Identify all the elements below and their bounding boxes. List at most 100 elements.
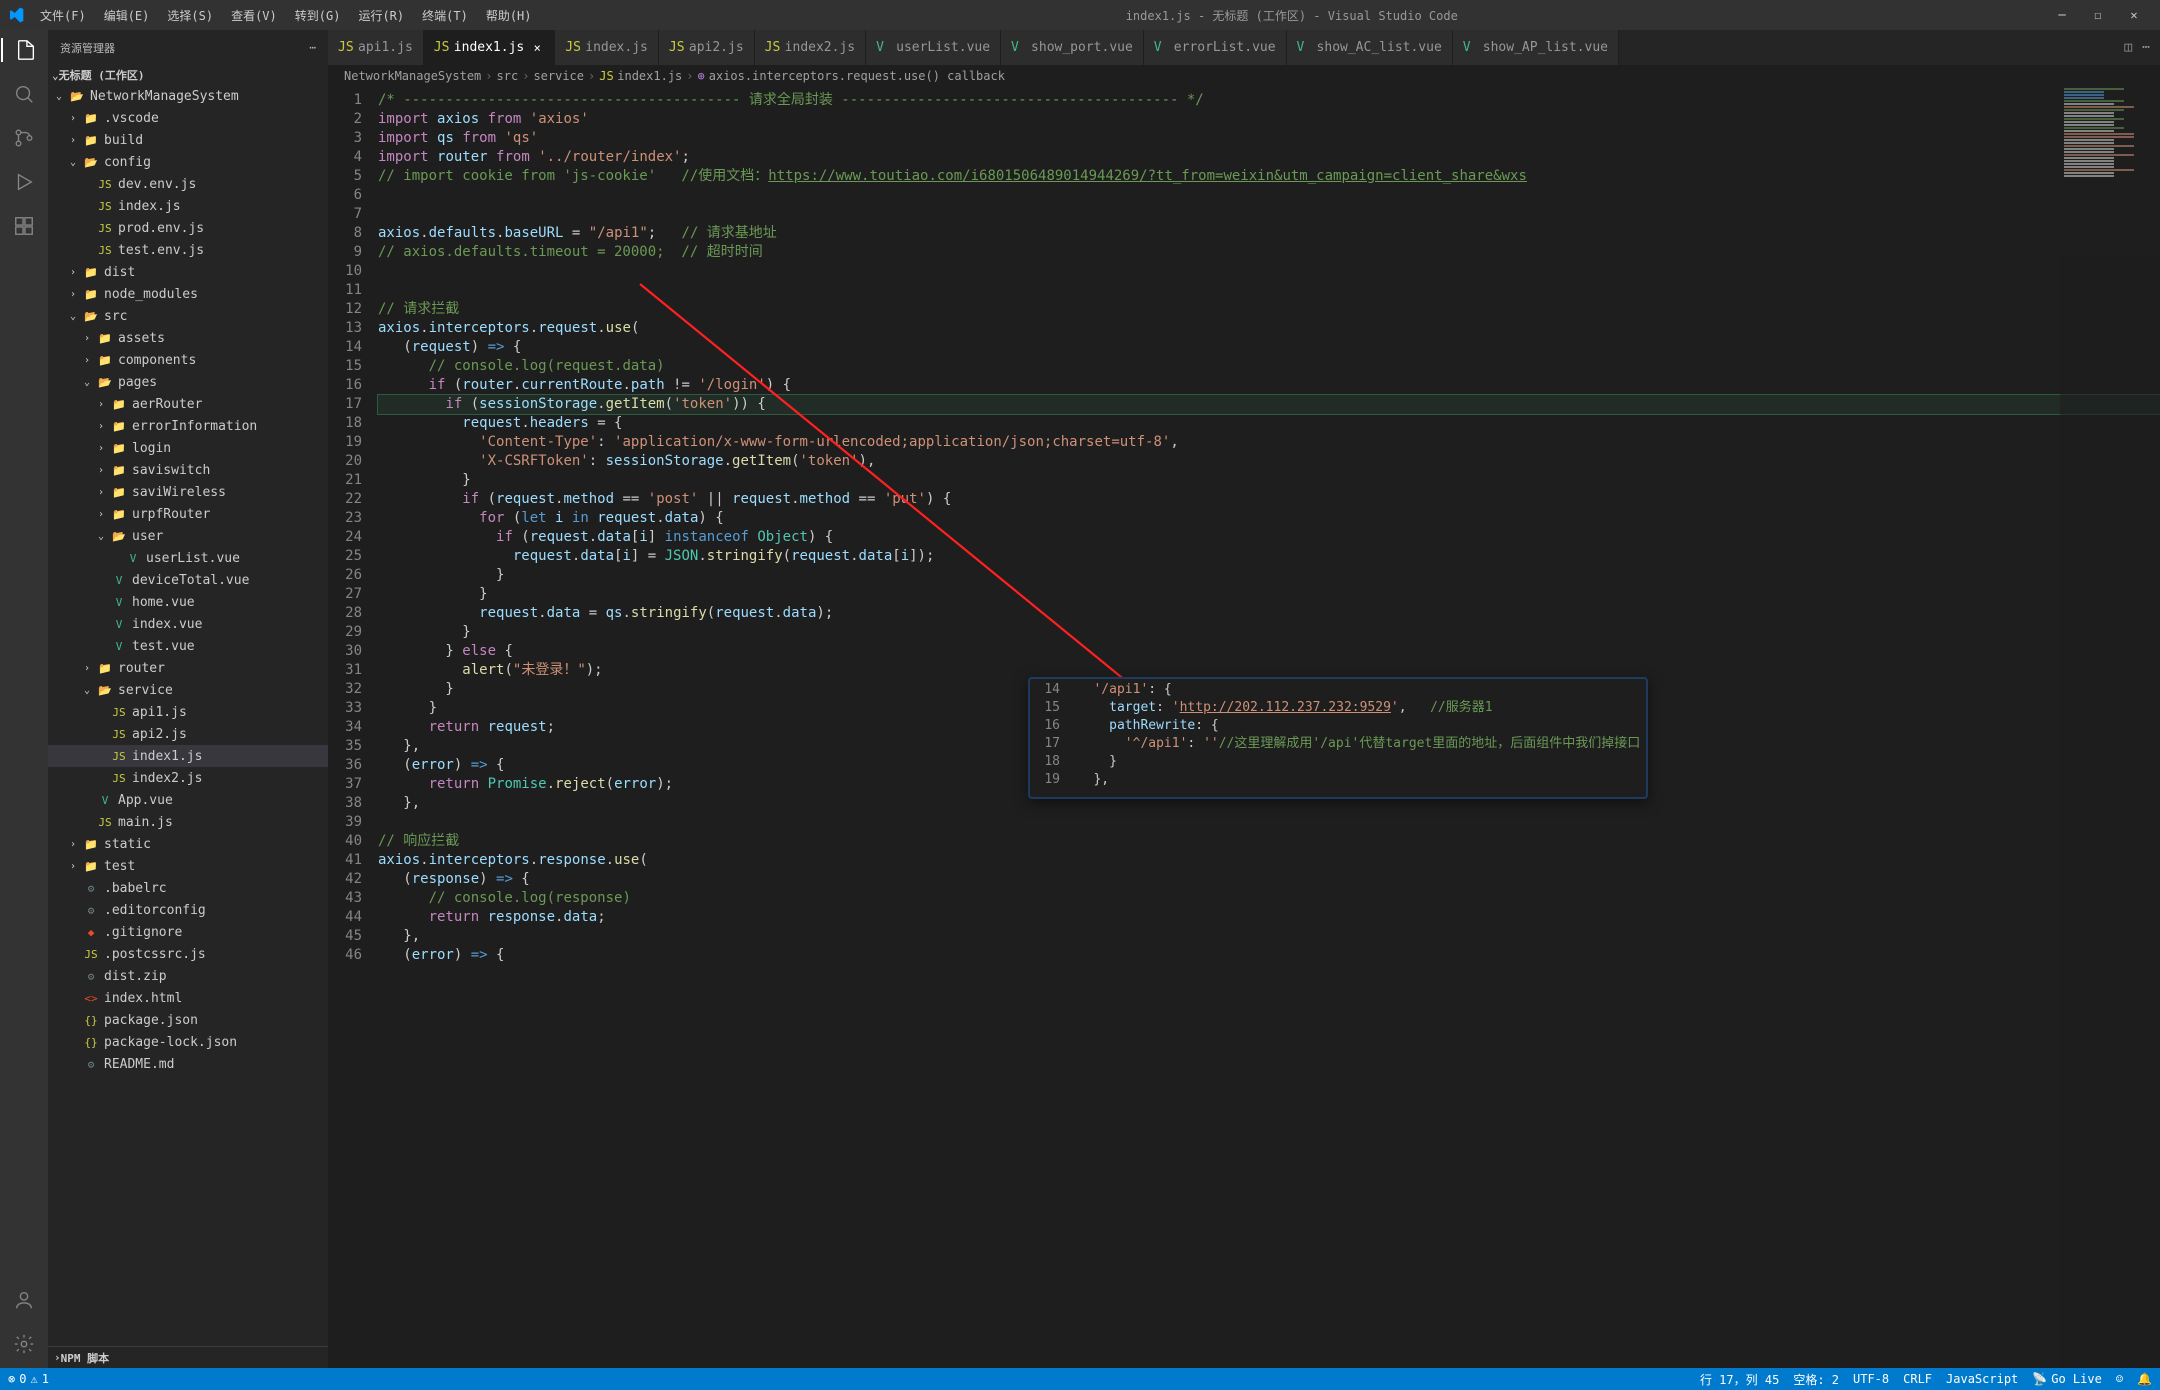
code-line[interactable] <box>378 281 2160 300</box>
code-line[interactable]: /* -------------------------------------… <box>378 91 2160 110</box>
status-golive[interactable]: 📡Go Live <box>2032 1371 2102 1388</box>
status-language[interactable]: JavaScript <box>1946 1371 2018 1388</box>
more-icon[interactable]: ⋯ <box>2142 40 2150 55</box>
code-line[interactable]: // 请求拦截 <box>378 300 2160 319</box>
extensions-icon[interactable] <box>12 214 36 238</box>
tree-item[interactable]: ›📁node_modules <box>48 283 328 305</box>
code-line[interactable] <box>378 813 2160 832</box>
code-line[interactable]: for (let i in request.data) { <box>378 509 2160 528</box>
close-button[interactable]: ✕ <box>2124 8 2144 22</box>
code-line[interactable]: import qs from 'qs' <box>378 129 2160 148</box>
tree-item[interactable]: ›📁aerRouter <box>48 393 328 415</box>
code-line[interactable] <box>378 186 2160 205</box>
breadcrumb-segment[interactable]: src <box>497 69 519 83</box>
tree-item[interactable]: Vhome.vue <box>48 591 328 613</box>
tree-item[interactable]: ›📁saviWireless <box>48 481 328 503</box>
tree-item[interactable]: ⚙.editorconfig <box>48 899 328 921</box>
tree-item[interactable]: JS.postcssrc.js <box>48 943 328 965</box>
status-bell-icon[interactable]: 🔔 <box>2137 1371 2152 1388</box>
code-line[interactable]: axios.interceptors.response.use( <box>378 851 2160 870</box>
tree-item[interactable]: ›📁errorInformation <box>48 415 328 437</box>
tree-item[interactable]: VuserList.vue <box>48 547 328 569</box>
status-eol[interactable]: CRLF <box>1903 1371 1932 1388</box>
accounts-icon[interactable] <box>12 1288 36 1312</box>
code-editor[interactable]: 1234567891011121314151617181920212223242… <box>328 87 2160 1368</box>
code-line[interactable]: if (request.data[i] instanceof Object) { <box>378 528 2160 547</box>
tree-item[interactable]: VdeviceTotal.vue <box>48 569 328 591</box>
npm-scripts-section[interactable]: › NPM 脚本 <box>48 1346 328 1368</box>
tree-item[interactable]: <>index.html <box>48 987 328 1009</box>
tree-item[interactable]: ⌄📂config <box>48 151 328 173</box>
code-line[interactable]: 'X-CSRFToken': sessionStorage.getItem('t… <box>378 452 2160 471</box>
tree-item[interactable]: JSapi2.js <box>48 723 328 745</box>
tree-item[interactable]: JSapi1.js <box>48 701 328 723</box>
code-line[interactable]: } <box>378 623 2160 642</box>
tree-item[interactable]: ›📁saviswitch <box>48 459 328 481</box>
tree-item[interactable]: JSmain.js <box>48 811 328 833</box>
code-line[interactable] <box>378 205 2160 224</box>
code-line[interactable]: (error) => { <box>378 946 2160 965</box>
code-line[interactable]: // 响应拦截 <box>378 832 2160 851</box>
code-line[interactable]: 'Content-Type': 'application/x-www-form-… <box>378 433 2160 452</box>
status-encoding[interactable]: UTF-8 <box>1853 1371 1889 1388</box>
code-line[interactable] <box>378 262 2160 281</box>
workspace-section[interactable]: ⌄ 无标题 (工作区) <box>48 65 328 85</box>
code-line[interactable]: } else { <box>378 642 2160 661</box>
tree-item[interactable]: VApp.vue <box>48 789 328 811</box>
code-line[interactable]: // axios.defaults.timeout = 20000; // 超时… <box>378 243 2160 262</box>
tree-item[interactable]: ◆.gitignore <box>48 921 328 943</box>
close-icon[interactable]: × <box>530 41 544 55</box>
tree-item[interactable]: JSdev.env.js <box>48 173 328 195</box>
breadcrumb-segment[interactable]: service <box>533 69 584 83</box>
code-line[interactable]: return response.data; <box>378 908 2160 927</box>
code-line[interactable]: // import cookie from 'js-cookie' //使用文档… <box>378 167 2160 186</box>
tree-item[interactable]: ›📁assets <box>48 327 328 349</box>
code-line[interactable]: import axios from 'axios' <box>378 110 2160 129</box>
tree-item[interactable]: JSindex2.js <box>48 767 328 789</box>
code-line[interactable]: if (request.method == 'post' || request.… <box>378 490 2160 509</box>
tree-item[interactable]: JSindex1.js <box>48 745 328 767</box>
maximize-button[interactable]: ☐ <box>2088 8 2108 22</box>
tree-item[interactable]: ⌄📂NetworkManageSystem <box>48 85 328 107</box>
tree-item[interactable]: ›📁login <box>48 437 328 459</box>
code-line[interactable]: request.headers = { <box>378 414 2160 433</box>
editor-tab[interactable]: JSapi1.js <box>328 30 424 65</box>
tree-item[interactable]: ›📁dist <box>48 261 328 283</box>
editor-tab[interactable]: Vshow_AP_list.vue <box>1453 30 1619 65</box>
menu-item[interactable]: 运行(R) <box>350 3 412 28</box>
search-icon[interactable] <box>12 82 36 106</box>
explorer-icon[interactable] <box>1 38 47 62</box>
tree-item[interactable]: ⌄📂service <box>48 679 328 701</box>
code-line[interactable]: if (sessionStorage.getItem('token')) { <box>378 395 2160 414</box>
code-line[interactable]: // console.log(response) <box>378 889 2160 908</box>
code-line[interactable]: }, <box>378 927 2160 946</box>
editor-tab[interactable]: Vshow_AC_list.vue <box>1287 30 1453 65</box>
run-debug-icon[interactable] <box>12 170 36 194</box>
status-errors[interactable]: ⊗0 ⚠1 <box>8 1372 49 1386</box>
editor-tab[interactable]: JSindex.js <box>555 30 659 65</box>
breadcrumb-segment[interactable]: NetworkManageSystem <box>344 69 481 83</box>
source-control-icon[interactable] <box>12 126 36 150</box>
tree-item[interactable]: ⚙README.md <box>48 1053 328 1075</box>
menu-item[interactable]: 转到(G) <box>287 3 349 28</box>
tree-item[interactable]: Vindex.vue <box>48 613 328 635</box>
tree-item[interactable]: ⌄📂src <box>48 305 328 327</box>
editor-tab[interactable]: VerrorList.vue <box>1144 30 1287 65</box>
menu-item[interactable]: 编辑(E) <box>96 3 158 28</box>
minimize-button[interactable]: ─ <box>2052 8 2072 22</box>
code-line[interactable]: } <box>378 471 2160 490</box>
menu-item[interactable]: 文件(F) <box>32 3 94 28</box>
status-cursor[interactable]: 行 17，列 45 <box>1700 1371 1779 1388</box>
editor-tab[interactable]: Vshow_port.vue <box>1001 30 1144 65</box>
status-feedback-icon[interactable]: ☺ <box>2116 1371 2123 1388</box>
tree-item[interactable]: JSprod.env.js <box>48 217 328 239</box>
tree-item[interactable]: ⚙.babelrc <box>48 877 328 899</box>
more-icon[interactable]: ⋯ <box>309 41 316 54</box>
editor-tab[interactable]: JSindex1.js× <box>424 30 555 65</box>
tree-item[interactable]: Vtest.vue <box>48 635 328 657</box>
code-line[interactable]: // console.log(request.data) <box>378 357 2160 376</box>
tree-item[interactable]: ›📁components <box>48 349 328 371</box>
editor-tab[interactable]: JSindex2.js <box>755 30 866 65</box>
tree-item[interactable]: {}package-lock.json <box>48 1031 328 1053</box>
tree-item[interactable]: {}package.json <box>48 1009 328 1031</box>
